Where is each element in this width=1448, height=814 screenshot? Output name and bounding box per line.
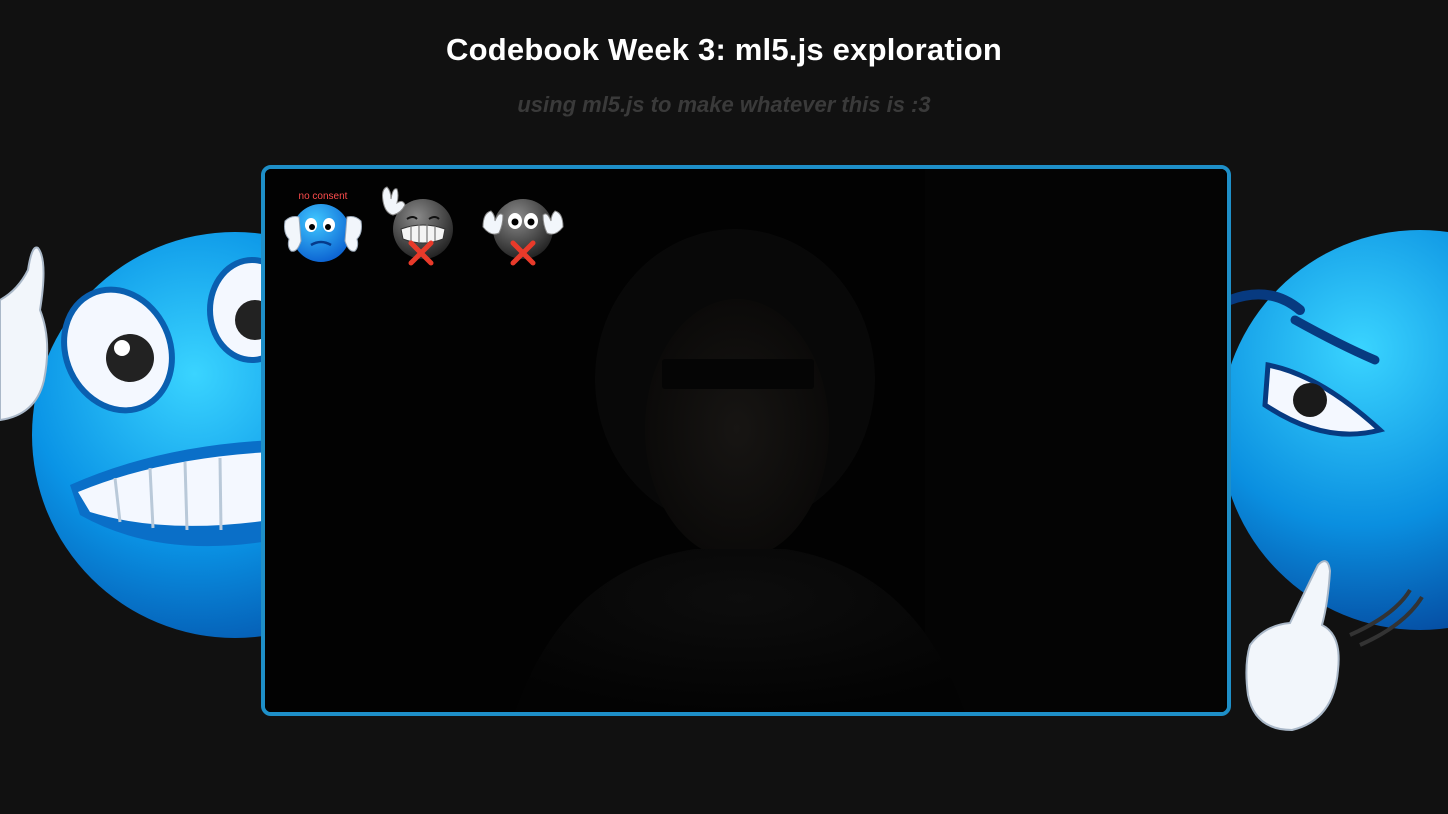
gesture-label: no consent	[298, 191, 348, 202]
face-censor-bar	[662, 359, 814, 389]
page-subtitle: using ml5.js to make whatever this is :3	[517, 92, 931, 117]
thinking-pointing-emoji-icon	[1220, 230, 1448, 732]
gesture-waving	[377, 181, 469, 273]
gesture-hands-up	[477, 181, 569, 273]
page-title: Codebook Week 3: ml5.js exploration	[446, 32, 1002, 67]
camera-frame: no consent	[261, 165, 1231, 716]
hands-up-emoji-icon	[482, 199, 564, 266]
page: Codebook Week 3: ml5.js exploration usin…	[0, 0, 1448, 814]
gesture-thumbs-down: no consent	[277, 181, 369, 273]
waving-emoji-icon	[382, 186, 453, 266]
grinning-thumbs-up-emoji-icon	[0, 232, 438, 638]
